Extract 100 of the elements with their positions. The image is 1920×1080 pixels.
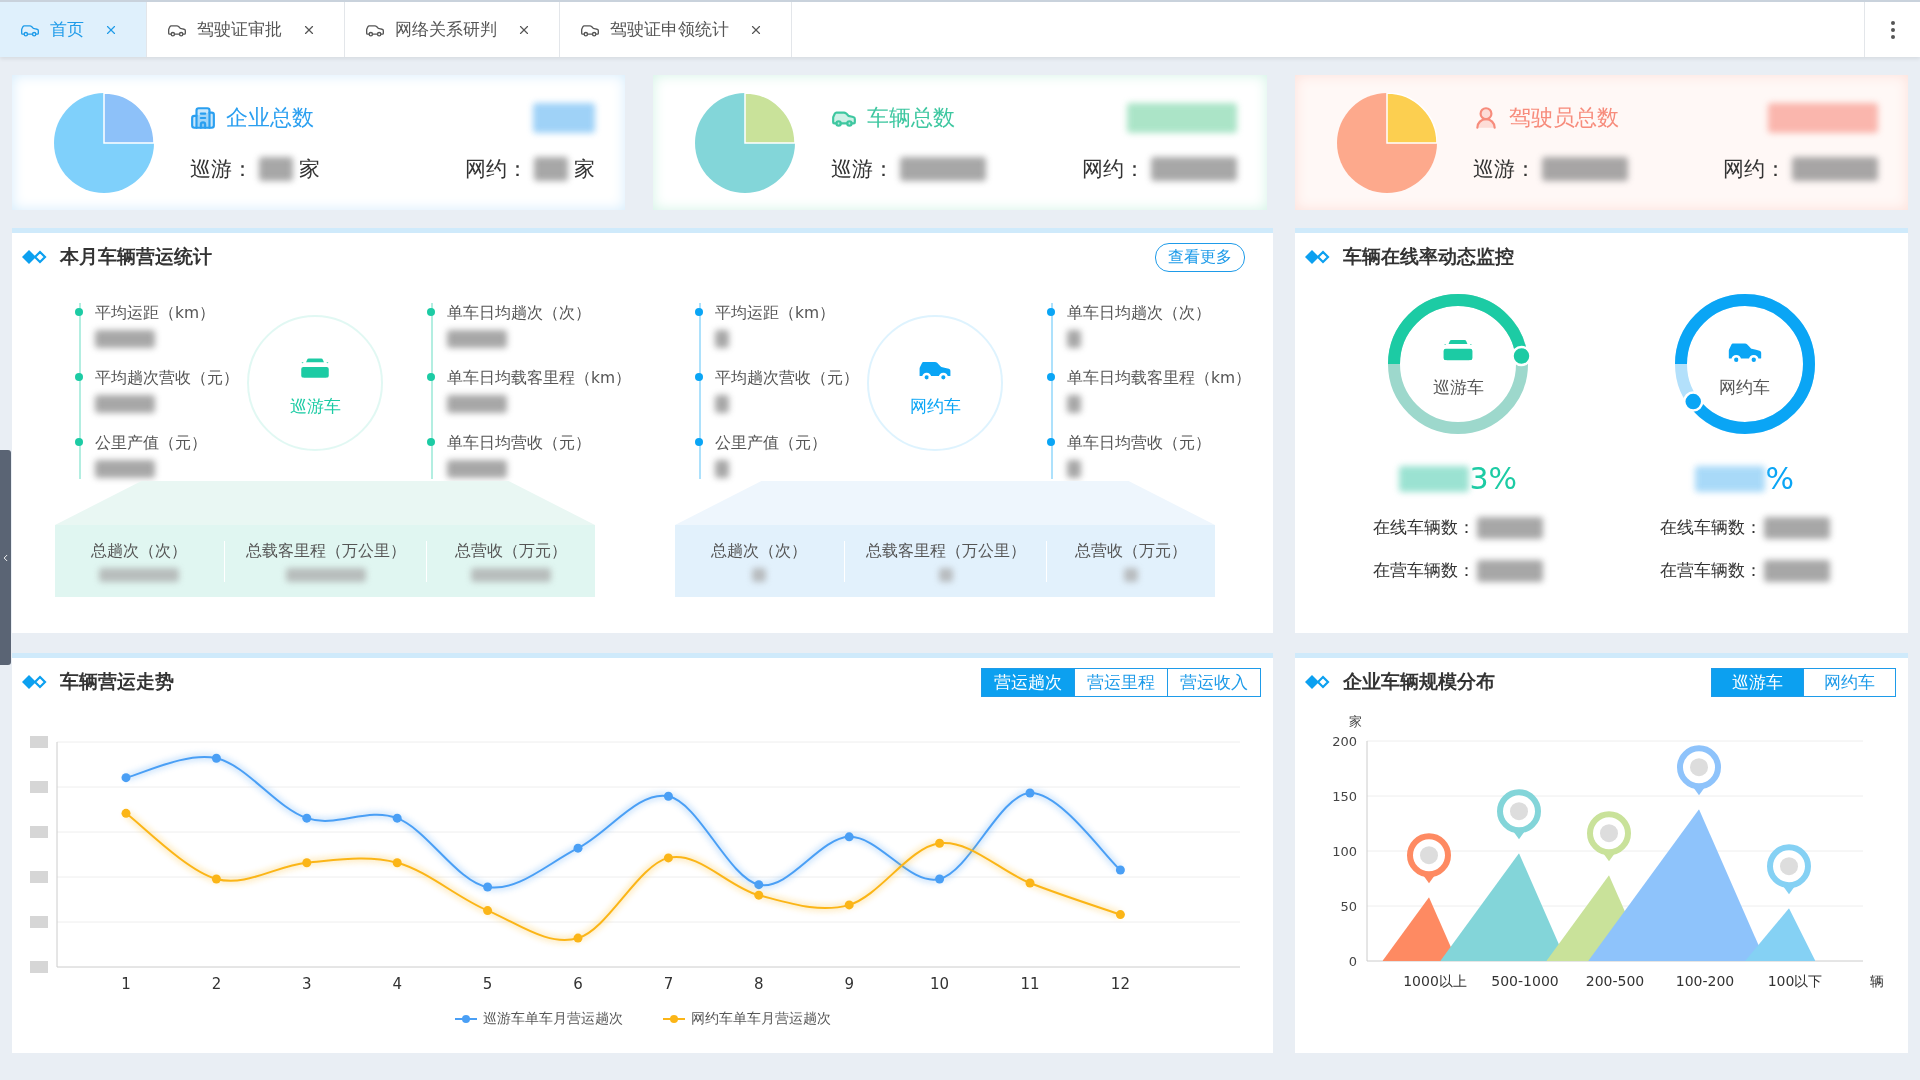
blurred-value [447, 460, 507, 478]
metric-label: 单车日均趟次（次） [447, 303, 592, 324]
blurred-value [259, 156, 293, 181]
legend-label: 巡游车单车月营运趟次 [482, 1010, 623, 1028]
metric-label: 单车日均营收（元） [1067, 433, 1212, 454]
total-label: 总营收（万元） [455, 540, 568, 562]
blurred-value [447, 330, 507, 348]
metric-label: 公里产值（元） [95, 433, 208, 454]
metric-label: 公里产值（元） [715, 433, 828, 454]
axis-title: 家 [1348, 714, 1362, 729]
tab[interactable]: 巡游车 [1712, 668, 1803, 696]
blurred-value [715, 395, 729, 413]
blurred-value [1510, 802, 1528, 821]
blurred-value [95, 395, 155, 413]
vehicle-label: 网约车 [909, 394, 961, 418]
metric-label: 单车日均载客里程（km） [447, 368, 632, 389]
axis-label: 100以下 [1767, 973, 1823, 989]
axis-label: 100-200 [1675, 973, 1735, 989]
axis-label: 2 [211, 975, 222, 993]
blurred-value [447, 395, 507, 413]
diamond-icon [1305, 675, 1331, 689]
metric-label: 平均趟次营收（元） [95, 368, 239, 389]
axis-label: 10 [930, 975, 950, 993]
tab[interactable]: 网络关系研判 [345, 2, 560, 57]
metric-label: 单车日均趟次（次） [1067, 303, 1212, 324]
axis-label: 12 [1110, 975, 1130, 993]
tab[interactable]: 驾驶证申领统计 [560, 2, 792, 57]
total-label: 总载客里程（万公里） [245, 540, 406, 562]
blurred-value [1067, 330, 1081, 348]
blurred-value [1763, 559, 1830, 582]
axis-label: 1 [121, 975, 131, 993]
blurred-value [752, 567, 767, 582]
total-label: 总趟次（次） [711, 540, 808, 562]
axis-label: 1000以上 [1403, 973, 1467, 989]
blurred-value [30, 961, 48, 973]
diamond-icon [22, 675, 48, 689]
axis-label: 3 [302, 975, 312, 993]
blurred-value [938, 567, 953, 582]
vehicle-label: 巡游车 [289, 394, 341, 418]
blurred-value [30, 736, 48, 748]
blurred-value [1477, 559, 1544, 582]
axis-label: 7 [663, 975, 674, 993]
axis-label: 50 [1340, 899, 1357, 914]
blurred-value [1695, 465, 1766, 492]
legend-label: 网约车单车月营运趟次 [690, 1010, 831, 1028]
online-rate: % [1765, 461, 1794, 496]
stat-label: 在线车辆数： [1659, 516, 1762, 539]
stat-label: 网约： [1723, 155, 1786, 183]
stat-label: 巡游： [190, 155, 253, 183]
panel-title: 企业车辆规模分布 [1343, 669, 1495, 694]
metric-label: 平均运距（km） [715, 303, 837, 324]
stat-label: 网约： [1081, 155, 1145, 183]
blurred-value [30, 871, 48, 883]
blurred-value [1067, 395, 1081, 413]
online-rate: 3% [1469, 461, 1518, 496]
tab[interactable]: 驾驶证审批 [147, 2, 345, 57]
blurred-value [30, 826, 48, 838]
blurred-value [1124, 567, 1139, 582]
stat-label: 巡游： [831, 155, 895, 183]
axis-label: 8 [754, 975, 764, 993]
blurred-value [1477, 516, 1544, 539]
metric-label: 平均运距（km） [95, 303, 217, 324]
blurred-value [533, 102, 596, 133]
blurred-value [1780, 857, 1798, 876]
blurred-value [715, 460, 729, 478]
blurred-value [534, 156, 569, 181]
axis-label: 150 [1332, 789, 1357, 804]
total-label: 总趟次（次） [91, 540, 188, 562]
total-label: 总营收（万元） [1075, 540, 1188, 562]
axis-label: 500-1000 [1491, 973, 1559, 989]
metric-label: 单车日均载客里程（km） [1067, 368, 1252, 389]
blurred-value [95, 460, 155, 478]
diamond-icon [1305, 250, 1331, 264]
gauge-thumb [1682, 391, 1704, 412]
view-more-button[interactable]: 查看更多 [1155, 242, 1245, 272]
card-title: 企业总数 [226, 103, 314, 132]
kebab-menu-icon [1890, 20, 1895, 39]
metric-label: 平均趟次营收（元） [715, 368, 859, 389]
axis-label: 200 [1332, 734, 1357, 749]
axis-label: 4 [392, 975, 402, 993]
metric-label: 单车日均营收（元） [447, 433, 592, 454]
building-icon [190, 104, 216, 131]
blurred-value [1600, 824, 1618, 843]
tab[interactable]: 首页 [0, 2, 147, 57]
axis-label: 0 [1348, 954, 1357, 969]
collapse-handle[interactable] [0, 450, 11, 665]
axis-label: 6 [573, 975, 583, 993]
blurred-value [1763, 516, 1830, 539]
axis-label: 9 [844, 975, 854, 993]
tab[interactable]: 营运趟次 [982, 668, 1074, 696]
blurred-value [1690, 758, 1708, 777]
panel-title: 车辆在线率动态监控 [1343, 244, 1514, 269]
panel-title: 本月车辆营运统计 [60, 244, 212, 269]
unit-label: 家 [299, 155, 320, 183]
axis-label: 100 [1332, 844, 1357, 859]
stat-label: 在营车辆数： [1373, 559, 1476, 582]
axis-label: 5 [482, 975, 493, 993]
panel-title: 车辆营运走势 [60, 669, 174, 694]
stat-label: 网约： [465, 155, 529, 183]
unit-label: 家 [574, 155, 596, 183]
